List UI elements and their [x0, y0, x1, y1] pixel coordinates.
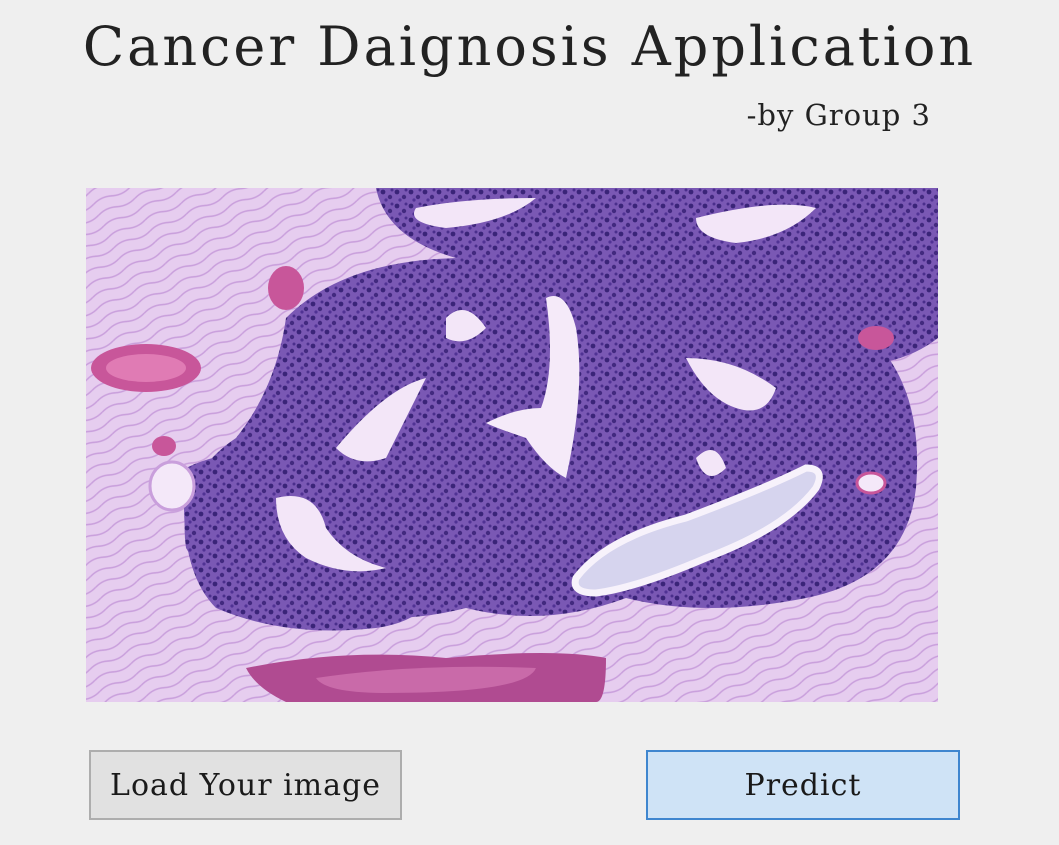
histology-image [86, 188, 938, 702]
load-image-button[interactable]: Load Your image [89, 750, 402, 820]
app-subtitle: -by Group 3 [746, 98, 931, 132]
app-title: Cancer Daignosis Application [82, 15, 977, 78]
histology-image-graphic [86, 188, 938, 702]
predict-button[interactable]: Predict [646, 750, 960, 820]
